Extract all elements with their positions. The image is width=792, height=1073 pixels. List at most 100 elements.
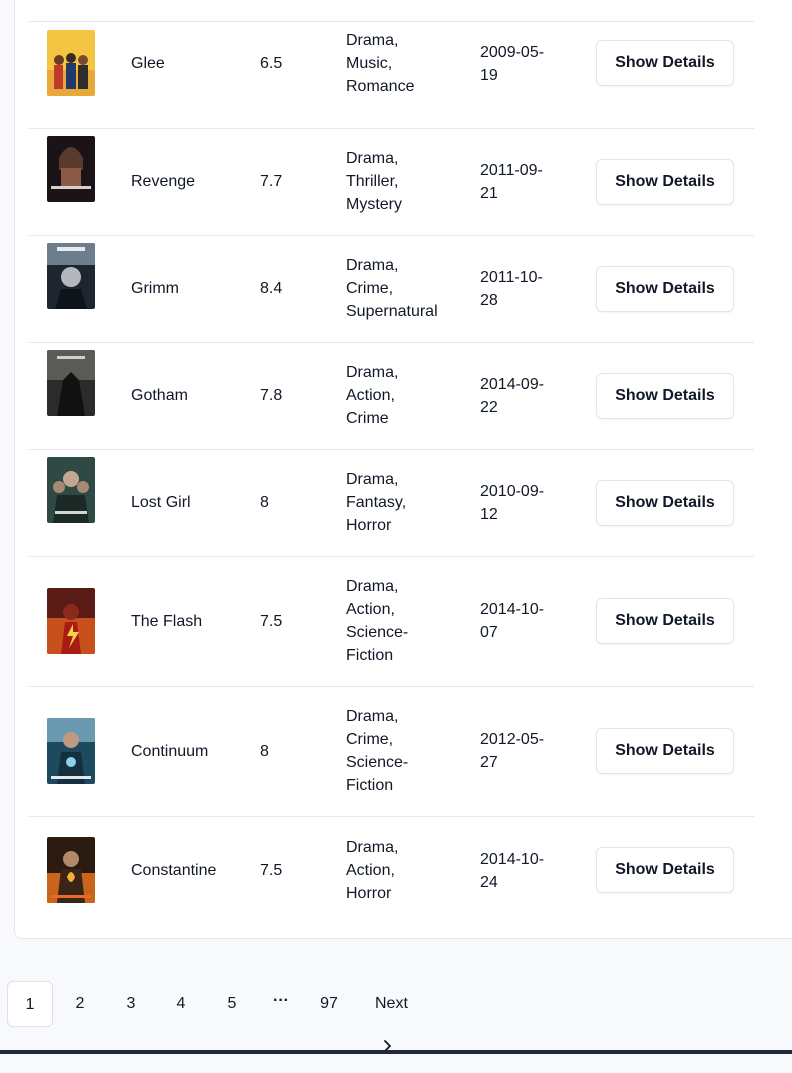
date-line: 2011-10- xyxy=(480,269,543,286)
show-details-button[interactable]: Show Details xyxy=(596,598,734,644)
table-row: Lost Girl 8 Drama, Fantasy, Horror 2010-… xyxy=(29,450,754,557)
date-line: 2014-10- xyxy=(480,851,545,868)
page-button-3[interactable]: 3 xyxy=(108,981,154,1027)
premiere-date: 2014-10- 24 xyxy=(480,848,560,894)
window-bottom-bar xyxy=(0,1050,792,1054)
show-genres: Drama, Crime, Science- Fiction xyxy=(346,705,466,797)
next-label: Next xyxy=(375,995,408,1012)
page-button-4[interactable]: 4 xyxy=(158,981,204,1027)
lost-girl-poster xyxy=(47,457,95,523)
pagination-ellipsis: ··· xyxy=(273,992,289,1009)
show-name: Revenge xyxy=(131,173,196,190)
premiere-date: 2012-05- 27 xyxy=(480,728,560,774)
glee-poster xyxy=(47,30,95,96)
show-details-button[interactable]: Show Details xyxy=(596,373,734,419)
premiere-date: 2011-10- 28 xyxy=(480,266,560,312)
genre-line: Drama, xyxy=(346,578,399,595)
genre-line: Science- xyxy=(346,754,409,771)
genre-line: Drama, xyxy=(346,471,399,488)
show-rating: 7.5 xyxy=(260,862,283,879)
genre-line: Romance xyxy=(346,78,415,95)
table-row: Continuum 8 Drama, Crime, Science- Ficti… xyxy=(29,687,754,817)
table-row: The Flash 7.5 Drama, Action, Science- Fi… xyxy=(29,557,754,687)
date-line: 28 xyxy=(480,292,498,309)
genre-line: Crime, xyxy=(346,731,394,748)
date-line: 2012-05- xyxy=(480,731,545,748)
show-details-button[interactable]: Show Details xyxy=(596,847,734,893)
premiere-date: 2014-10- 07 xyxy=(480,598,560,644)
premiere-date: 2010-09- 12 xyxy=(480,480,560,526)
show-details-button[interactable]: Show Details xyxy=(596,728,734,774)
date-line: 19 xyxy=(480,67,498,84)
date-line: 2009-05- xyxy=(480,44,545,61)
show-genres: Drama, Music, Romance xyxy=(346,29,466,98)
genre-line: Drama, xyxy=(346,364,399,381)
genre-line: Music, xyxy=(346,55,393,72)
date-line: 27 xyxy=(480,754,498,771)
genre-line: Drama, xyxy=(346,708,399,725)
genre-line: Fiction xyxy=(346,777,394,794)
date-line: 21 xyxy=(480,185,498,202)
genre-line: Horror xyxy=(346,885,392,902)
next-page-button[interactable]: Next xyxy=(375,981,408,1052)
show-genres: Drama, Action, Crime xyxy=(346,361,466,430)
genre-line: Horror xyxy=(346,517,392,534)
genre-line: Drama, xyxy=(346,257,399,274)
show-rating: 8.4 xyxy=(260,280,283,297)
show-details-button[interactable]: Show Details xyxy=(596,480,734,526)
the-flash-poster xyxy=(47,588,95,654)
show-details-button[interactable]: Show Details xyxy=(596,266,734,312)
table-row: Glee 6.5 Drama, Music, Romance 2009-05- … xyxy=(29,22,754,129)
page-button-5[interactable]: 5 xyxy=(209,981,255,1027)
continuum-poster xyxy=(47,718,95,784)
genre-line: Thriller, xyxy=(346,173,399,190)
genre-line: Drama, xyxy=(346,839,399,856)
genre-line: Science- xyxy=(346,624,409,641)
show-rating: 7.7 xyxy=(260,173,283,190)
genre-line: Drama, xyxy=(346,150,399,167)
date-line: 2010-09- xyxy=(480,483,545,500)
date-line: 12 xyxy=(480,506,498,523)
revenge-poster xyxy=(47,136,95,202)
date-line: 07 xyxy=(480,624,498,641)
table-row: Revenge 7.7 Drama, Thriller, Mystery 201… xyxy=(29,129,754,236)
page-button-2[interactable]: 2 xyxy=(57,981,103,1027)
genre-line: Action, xyxy=(346,601,395,618)
genre-line: Action, xyxy=(346,862,395,879)
table-row: Gotham 7.8 Drama, Action, Crime 2014-09-… xyxy=(29,343,754,450)
genre-line: Supernatural xyxy=(346,303,438,320)
show-rating: 7.8 xyxy=(260,387,283,404)
genre-line: Crime, xyxy=(346,280,394,297)
show-name: Constantine xyxy=(131,862,217,879)
show-rating: 8 xyxy=(260,743,269,760)
show-details-button[interactable]: Show Details xyxy=(596,40,734,86)
show-rating: 6.5 xyxy=(260,55,283,72)
date-line: 2014-10- xyxy=(480,601,545,618)
genre-line: Crime xyxy=(346,410,389,427)
show-genres: Drama, Action, Horror xyxy=(346,836,466,905)
genre-line: Fantasy, xyxy=(346,494,407,511)
show-rating: 7.5 xyxy=(260,613,283,630)
gotham-poster xyxy=(47,350,95,416)
grimm-poster xyxy=(47,243,95,309)
show-genres: Drama, Fantasy, Horror xyxy=(346,468,466,537)
premiere-date: 2014-09- 22 xyxy=(480,373,560,419)
date-line: 2014-09- xyxy=(480,376,545,393)
constantine-poster xyxy=(47,837,95,903)
table-row: Constantine 7.5 Drama, Action, Horror 20… xyxy=(29,817,754,951)
show-details-button[interactable]: Show Details xyxy=(596,159,734,205)
genre-line: Drama, xyxy=(346,32,399,49)
genre-line: Mystery xyxy=(346,196,402,213)
show-genres: Drama, Crime, Supernatural xyxy=(346,254,466,323)
show-name: Glee xyxy=(131,55,165,72)
table-row: Grimm 8.4 Drama, Crime, Supernatural 201… xyxy=(29,236,754,343)
page-button-1[interactable]: 1 xyxy=(7,981,53,1027)
shows-table-body: Glee 6.5 Drama, Music, Romance 2009-05- … xyxy=(29,22,754,951)
page-button-last[interactable]: 97 xyxy=(306,981,352,1027)
date-line: 24 xyxy=(480,874,498,891)
date-line: 2011-09- xyxy=(480,162,543,179)
show-name: Continuum xyxy=(131,743,209,760)
premiere-date: 2009-05- 19 xyxy=(480,41,560,87)
show-name: Grimm xyxy=(131,280,179,297)
show-genres: Drama, Thriller, Mystery xyxy=(346,147,466,216)
